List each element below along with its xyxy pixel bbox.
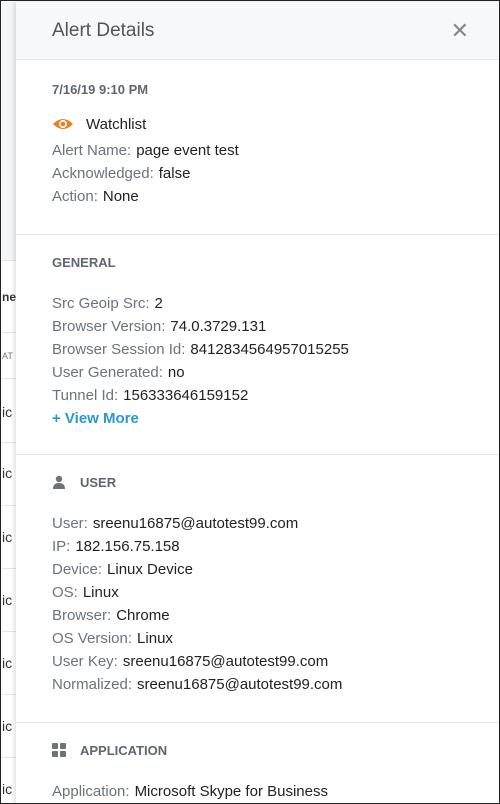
- field-os: OS: Linux: [52, 581, 463, 604]
- grid-icon: [52, 743, 66, 757]
- background-row-cell[interactable]: ic: [2, 781, 16, 797]
- panel-title: Alert Details: [52, 19, 155, 41]
- field-key: Alert Name:: [52, 142, 132, 159]
- field-value: Linux Device: [107, 561, 193, 578]
- field-ip: IP: 182.156.75.158: [52, 535, 463, 558]
- divider: [2, 260, 16, 261]
- field-os-version: OS Version: Linux: [52, 627, 463, 650]
- field-key: Tunnel Id:: [52, 387, 119, 404]
- panel-header: Alert Details ✕: [16, 2, 499, 60]
- field-value: 156333646159152: [123, 387, 249, 404]
- background-row-cell[interactable]: ic: [2, 465, 16, 481]
- divider: [2, 378, 16, 379]
- field-tunnel-id: Tunnel Id: 156333646159152: [52, 384, 463, 407]
- field-normalized: Normalized: sreenu16875@autotest99.com: [52, 673, 463, 696]
- divider: [2, 505, 16, 506]
- field-value: 182.156.75.158: [75, 538, 180, 555]
- application-heading: APPLICATION: [80, 742, 168, 758]
- alert-timestamp: 7/16/19 9:10 PM: [52, 82, 149, 97]
- view-more-link[interactable]: + View More: [52, 407, 463, 430]
- field-value: None: [102, 188, 139, 205]
- window-frame: ne AT ic ic ic ic ic ic ic Alert Details…: [0, 0, 500, 804]
- field-user-key: User Key: sreenu16875@autotest99.com: [52, 650, 463, 673]
- divider: [2, 568, 16, 569]
- close-icon[interactable]: ✕: [451, 19, 469, 42]
- field-user-generated: User Generated: no: [52, 361, 463, 384]
- alert-type-label: Watchlist: [86, 115, 147, 133]
- field-value: Microsoft Skype for Business: [134, 783, 328, 800]
- user-section-header: USER: [52, 474, 463, 490]
- user-heading: USER: [80, 474, 117, 490]
- field-key: Acknowledged:: [52, 165, 154, 182]
- background-row-cell[interactable]: ic: [2, 404, 16, 420]
- application-section: APPLICATION Application: Microsoft Skype …: [16, 723, 499, 803]
- field-value: page event test: [136, 142, 239, 159]
- field-value: false: [158, 165, 191, 182]
- field-value: Chrome: [116, 607, 170, 624]
- field-acknowledged: Acknowledged: false: [52, 162, 463, 185]
- field-key: Device:: [52, 561, 103, 578]
- divider: [2, 442, 16, 443]
- background-table: ne AT ic ic ic ic ic ic ic: [2, 2, 16, 803]
- background-row-cell[interactable]: ic: [2, 592, 16, 608]
- field-user: User: sreenu16875@autotest99.com: [52, 512, 463, 535]
- alert-details-panel: Alert Details ✕ 7/16/19 9:10 PM Watchlis…: [16, 2, 499, 803]
- field-browser-session-id: Browser Session Id: 8412834564957015255: [52, 338, 463, 361]
- divider: [2, 757, 16, 758]
- field-browser-version: Browser Version: 74.0.3729.131: [52, 315, 463, 338]
- field-value: sreenu16875@autotest99.com: [122, 653, 329, 670]
- field-value: sreenu16875@autotest99.com: [92, 515, 299, 532]
- field-application: Application: Microsoft Skype for Business: [52, 780, 463, 803]
- field-key: Normalized:: [52, 676, 133, 693]
- field-key: Src Geoip Src:: [52, 295, 150, 312]
- general-heading: GENERAL: [52, 254, 116, 270]
- field-action: Action: None: [52, 185, 463, 208]
- field-key: User:: [52, 515, 88, 532]
- field-key: Application:: [52, 783, 130, 800]
- field-value: 8412834564957015255: [190, 341, 349, 358]
- field-value: sreenu16875@autotest99.com: [137, 676, 343, 693]
- field-value: Linux: [82, 584, 119, 601]
- general-section: GENERAL Src Geoip Src: 2 Browser Version:…: [16, 235, 499, 455]
- field-value: 2: [154, 295, 163, 312]
- field-alert-name: Alert Name: page event test: [52, 139, 463, 162]
- field-key: OS:: [52, 584, 78, 601]
- alert-summary-section: 7/16/19 9:10 PM Watchlist Alert Name: pag…: [16, 60, 499, 235]
- field-value: 74.0.3729.131: [170, 318, 267, 335]
- alert-type: Watchlist: [52, 113, 463, 135]
- background-column-header[interactable]: ne: [2, 290, 16, 304]
- person-icon: [53, 475, 65, 489]
- field-key: Browser:: [52, 607, 112, 624]
- field-key: OS Version:: [52, 630, 133, 647]
- field-value: no: [167, 364, 185, 381]
- field-key: IP:: [52, 538, 71, 555]
- field-key: Action:: [52, 188, 98, 205]
- field-key: Browser Session Id:: [52, 341, 186, 358]
- user-section: USER User: sreenu16875@autotest99.com IP:…: [16, 455, 499, 723]
- application-section-header: APPLICATION: [52, 742, 463, 758]
- divider: [2, 694, 16, 695]
- field-key: User Generated:: [52, 364, 163, 381]
- divider: [2, 631, 16, 632]
- field-key: Browser Version:: [52, 318, 166, 335]
- field-device: Device: Linux Device: [52, 558, 463, 581]
- divider: [2, 332, 16, 333]
- field-value: Linux: [137, 630, 173, 647]
- background-row-cell[interactable]: ic: [2, 529, 16, 545]
- eye-icon: [53, 119, 73, 129]
- background-row-cell[interactable]: ic: [2, 655, 16, 671]
- background-subheader: AT: [2, 351, 13, 361]
- field-src-geoip-src: Src Geoip Src: 2: [52, 292, 463, 315]
- background-row-cell[interactable]: ic: [2, 718, 16, 734]
- field-key: User Key:: [52, 653, 118, 670]
- field-browser: Browser: Chrome: [52, 604, 463, 627]
